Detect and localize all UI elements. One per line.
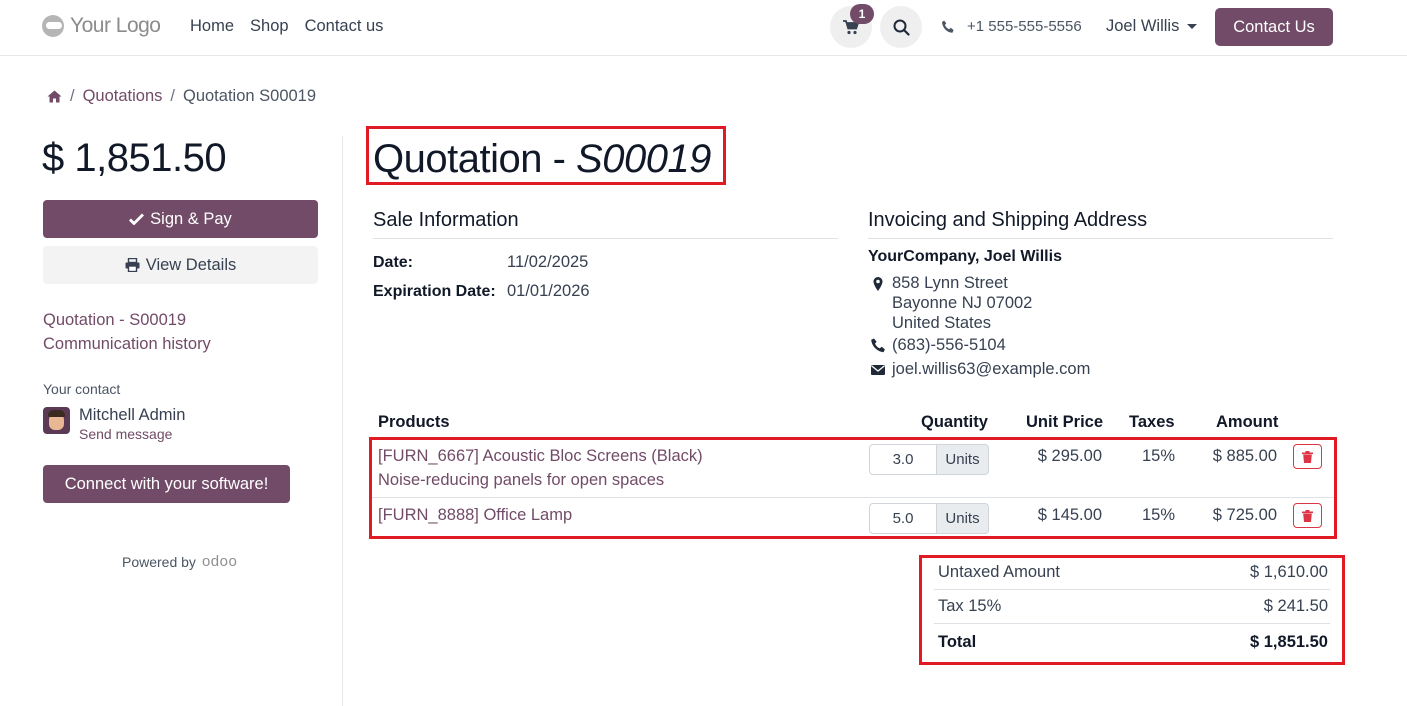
- title-prefix: Quotation -: [373, 137, 577, 181]
- total-value: $ 1,851.50: [1250, 632, 1328, 651]
- row1-amount: $ 885.00: [1212, 447, 1277, 465]
- header-phone-number: +1 555-555-5556: [967, 18, 1082, 35]
- row2-quantity-input[interactable]: 5.0: [869, 503, 937, 534]
- row1-unit-price: $ 295.00: [1037, 447, 1102, 465]
- row2-product-name[interactable]: [FURN_8888] Office Lamp: [378, 506, 572, 525]
- row2-delete-button[interactable]: [1293, 503, 1322, 528]
- row1-product-description[interactable]: Noise-reducing panels for open spaces: [378, 471, 664, 490]
- search-button[interactable]: [880, 6, 922, 48]
- nav-home[interactable]: Home: [190, 17, 234, 36]
- col-header-unit-price: Unit Price: [1026, 413, 1104, 431]
- user-menu[interactable]: Joel Willis: [1106, 17, 1198, 36]
- tax-label: Tax 15%: [938, 597, 1002, 615]
- envelope-icon: [871, 365, 885, 375]
- row1-taxes: 15%: [1141, 447, 1175, 465]
- col-header-taxes: Taxes: [1129, 413, 1175, 431]
- map-marker-icon: [873, 277, 883, 291]
- row-divider: [372, 497, 1334, 498]
- nav-shop[interactable]: Shop: [250, 17, 289, 36]
- your-contact-label: Your contact: [43, 381, 121, 397]
- phone-icon: [942, 20, 954, 33]
- col-header-products: Products: [378, 413, 450, 431]
- row2-taxes: 15%: [1141, 506, 1175, 524]
- powered-by-label: Powered by: [122, 553, 196, 570]
- nav-contact-us[interactable]: Contact us: [305, 17, 384, 36]
- odoo-logo[interactable]: odoo: [202, 553, 237, 570]
- breadcrumb-separator: /: [70, 87, 75, 105]
- trash-icon: [1302, 450, 1313, 463]
- tax-row: Tax 15% $ 241.50: [934, 590, 1330, 624]
- header-phone[interactable]: +1 555-555-5556: [941, 18, 1082, 35]
- logo[interactable]: Your Logo: [42, 14, 161, 38]
- contact-name: Mitchell Admin: [79, 406, 186, 424]
- untaxed-amount-value: $ 1,610.00: [1250, 563, 1328, 581]
- logo-icon: [42, 15, 64, 37]
- date-label: Date:: [373, 254, 414, 271]
- sidebar-link-quotation[interactable]: Quotation - S00019: [43, 311, 186, 330]
- view-details-label: View Details: [145, 255, 237, 274]
- connect-software-button[interactable]: Connect with your software!: [43, 465, 290, 503]
- address-country: United States: [892, 314, 992, 332]
- search-icon: [893, 19, 910, 36]
- sale-information-heading: Sale Information: [373, 209, 838, 239]
- breadcrumb-quotations[interactable]: Quotations: [83, 87, 163, 106]
- contact-us-button[interactable]: Contact Us: [1215, 8, 1333, 46]
- top-navbar: Your Logo Home Shop Contact us 1 +1 555-…: [0, 0, 1407, 56]
- breadcrumb: / Quotations / Quotation S00019: [47, 87, 316, 106]
- date-value: 11/02/2025: [507, 253, 589, 271]
- sidebar-total-amount: $ 1,851.50: [42, 136, 227, 180]
- breadcrumb-separator: /: [170, 87, 175, 105]
- logo-text: Your Logo: [70, 14, 161, 37]
- sign-pay-button[interactable]: Sign & Pay: [43, 200, 318, 238]
- row1-quantity-input[interactable]: 3.0: [869, 444, 937, 475]
- view-details-button[interactable]: View Details: [43, 246, 318, 284]
- untaxed-amount-row: Untaxed Amount $ 1,610.00: [934, 556, 1330, 590]
- address-phone: (683)-556-5104: [892, 336, 1006, 354]
- trash-icon: [1302, 509, 1313, 522]
- address-heading: Invoicing and Shipping Address: [868, 209, 1333, 239]
- breadcrumb-current: Quotation S00019: [183, 87, 317, 105]
- avatar: [43, 407, 70, 434]
- address-name: YourCompany, Joel Willis: [868, 248, 1062, 265]
- address-street: 858 Lynn Street: [892, 274, 1008, 292]
- row1-product-name[interactable]: [FURN_6667] Acoustic Bloc Screens (Black…: [378, 447, 703, 466]
- powered-by: Powered by odoo: [122, 553, 237, 570]
- row2-amount: $ 725.00: [1212, 506, 1277, 524]
- send-message-link[interactable]: Send message: [79, 426, 172, 442]
- untaxed-amount-label: Untaxed Amount: [938, 563, 1060, 581]
- row1-quantity-unit: Units: [936, 444, 989, 475]
- caret-down-icon: [1187, 24, 1198, 29]
- row2-quantity-unit: Units: [936, 503, 989, 534]
- title-reference: S00019: [576, 137, 711, 181]
- cart-count-badge: 1: [850, 4, 874, 24]
- home-icon[interactable]: [47, 90, 62, 103]
- phone-icon: [871, 338, 885, 353]
- print-icon: [125, 258, 140, 272]
- user-name: Joel Willis: [1106, 17, 1180, 35]
- address-city: Bayonne NJ 07002: [892, 294, 1033, 312]
- sign-pay-label: Sign & Pay: [150, 209, 232, 228]
- total-label: Total: [938, 632, 977, 651]
- row1-delete-button[interactable]: [1293, 444, 1322, 469]
- sidebar-link-communication-history[interactable]: Communication history: [43, 335, 211, 354]
- main-nav: Home Shop Contact us: [190, 17, 383, 36]
- page-title: Quotation - S00019: [373, 137, 711, 182]
- address-email[interactable]: joel.willis63@example.com: [892, 360, 1090, 379]
- col-header-quantity: Quantity: [921, 413, 988, 431]
- expiration-date-label: Expiration Date:: [373, 283, 496, 300]
- total-row: Total $ 1,851.50: [934, 625, 1330, 659]
- expiration-date-value: 01/01/2026: [507, 282, 590, 300]
- sidebar-divider: [342, 136, 343, 706]
- col-header-amount: Amount: [1216, 413, 1279, 431]
- row2-unit-price: $ 145.00: [1037, 506, 1102, 524]
- check-icon: [129, 213, 145, 225]
- tax-value: $ 241.50: [1263, 597, 1328, 615]
